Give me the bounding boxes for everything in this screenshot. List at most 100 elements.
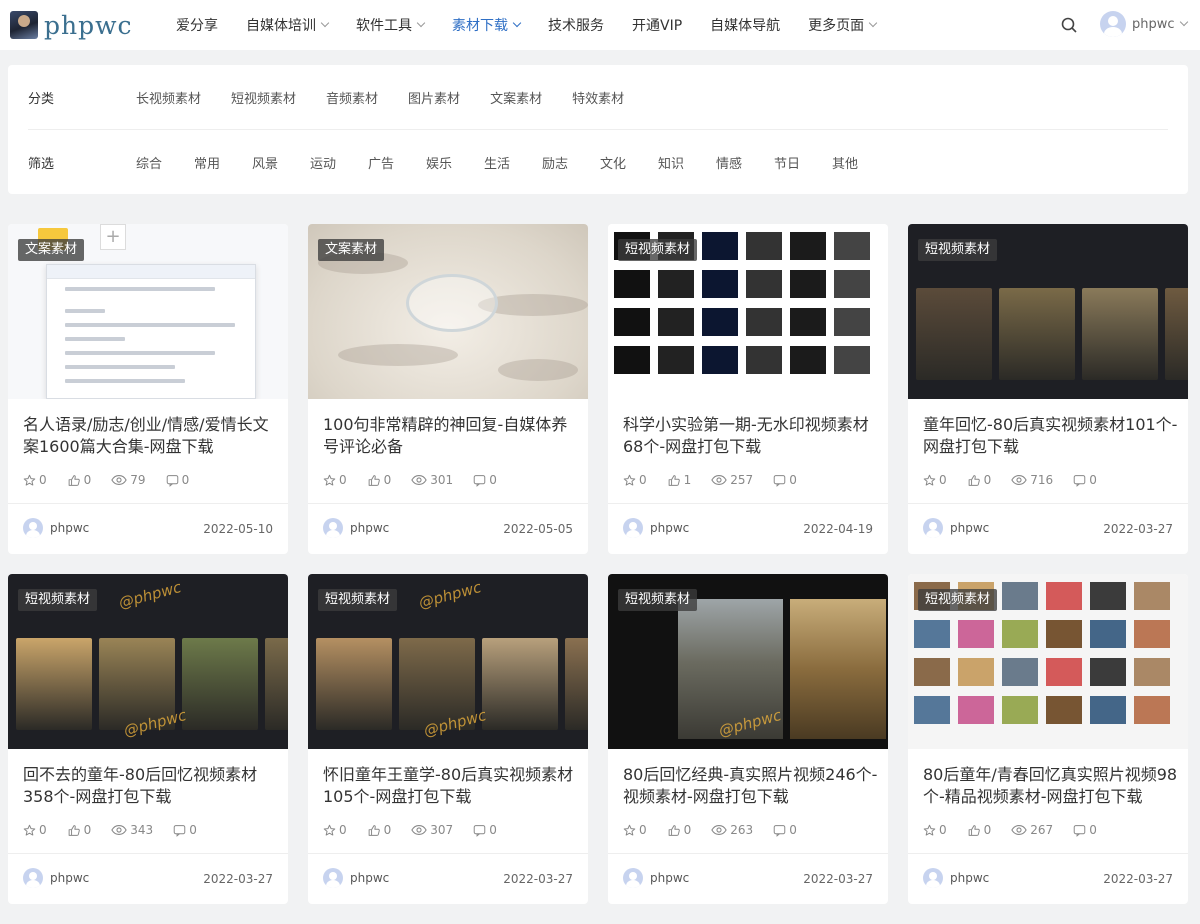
category-option[interactable]: 短视频素材 <box>231 88 296 107</box>
screen-option[interactable]: 生活 <box>484 153 542 172</box>
post-author[interactable]: phpwc <box>323 518 389 538</box>
favorite-stat[interactable]: 0 <box>923 823 947 837</box>
site-header: phpwc 爱分享 自媒体培训 软件工具 素材下载 技术服务 开通VIP 自媒体导航 更多页面… <box>0 0 1200 50</box>
comment-stat[interactable]: 0 <box>166 473 189 487</box>
post-title[interactable]: 童年回忆-80后真实视频素材101个-网盘打包下载 <box>923 414 1178 458</box>
user-menu[interactable]: phpwc <box>1100 11 1188 37</box>
screen-option[interactable]: 知识 <box>658 153 716 172</box>
post-thumbnail[interactable]: 短视频素材 <box>608 224 888 399</box>
post-card[interactable]: @phpwc 短视频素材 80后回忆经典-真实照片视频246个-视频素材-网盘打包下… <box>608 574 888 904</box>
post-title[interactable]: 100句非常精辟的神回复-自媒体养号评论必备 <box>323 414 578 458</box>
like-count: 0 <box>383 823 392 837</box>
screen-option[interactable]: 情感 <box>716 153 774 172</box>
post-title[interactable]: 80后回忆经典-真实照片视频246个-视频素材-网盘打包下载 <box>623 764 878 808</box>
post-card[interactable]: 文案素材 100句非常精辟的神回复-自媒体养号评论必备 0 0 301 0 phpwc 202… <box>308 224 588 554</box>
favorite-stat[interactable]: 0 <box>323 473 347 487</box>
like-stat[interactable]: 0 <box>667 823 691 837</box>
screen-option[interactable]: 运动 <box>310 153 368 172</box>
screen-option[interactable]: 风景 <box>252 153 310 172</box>
favorite-stat[interactable]: 0 <box>23 473 47 487</box>
post-thumbnail[interactable]: @phpwc 短视频素材 <box>608 574 888 749</box>
screen-option[interactable]: 娱乐 <box>426 153 484 172</box>
category-option[interactable]: 长视频素材 <box>136 88 201 107</box>
comment-stat[interactable]: 0 <box>473 823 497 837</box>
post-card[interactable]: @phpwc @phpwc 短视频素材怀旧童年王童学-80后真实视频素材105个-网… <box>308 574 588 904</box>
post-card[interactable]: + 文案素材 名人语录/励志/创业/情感/爱情长文案1600篇大合集-网盘下载 0 0 7… <box>8 224 288 554</box>
screen-option[interactable]: 励志 <box>542 153 600 172</box>
post-title[interactable]: 回不去的童年-80后回忆视频素材358个-网盘打包下载 <box>23 764 278 808</box>
screen-option[interactable]: 常用 <box>194 153 252 172</box>
like-stat[interactable]: 0 <box>967 823 991 837</box>
screen-option[interactable]: 广告 <box>368 153 426 172</box>
post-title[interactable]: 名人语录/励志/创业/情感/爱情长文案1600篇大合集-网盘下载 <box>23 414 278 458</box>
category-option[interactable]: 图片素材 <box>408 88 460 107</box>
post-author[interactable]: phpwc <box>923 868 989 888</box>
post-author[interactable]: phpwc <box>323 868 389 888</box>
post-card[interactable]: 短视频素材 童年回忆-80后真实视频素材101个-网盘打包下载 0 0 716 0 phpw… <box>908 224 1188 554</box>
category-badge[interactable]: 短视频素材 <box>18 589 98 611</box>
favorite-stat[interactable]: 0 <box>323 823 347 837</box>
like-stat[interactable]: 0 <box>67 473 91 487</box>
favorite-stat[interactable]: 0 <box>923 473 947 487</box>
post-author[interactable]: phpwc <box>623 518 689 538</box>
comment-stat[interactable]: 0 <box>773 823 797 837</box>
nav-item-1[interactable]: 自媒体培训 <box>246 15 330 35</box>
like-stat[interactable]: 0 <box>367 823 392 837</box>
nav-item-0[interactable]: 爱分享 <box>176 15 218 35</box>
category-option[interactable]: 文案素材 <box>490 88 542 107</box>
favorite-stat[interactable]: 0 <box>623 473 647 487</box>
favorite-stat[interactable]: 0 <box>23 823 47 837</box>
post-author[interactable]: phpwc <box>923 518 989 538</box>
site-logo[interactable]: phpwc <box>10 8 133 42</box>
post-thumbnail[interactable]: 短视频素材 <box>908 224 1188 399</box>
nav-item-6[interactable]: 自媒体导航 <box>710 15 780 35</box>
category-option[interactable]: 特效素材 <box>572 88 624 107</box>
nav-item-3[interactable]: 素材下载 <box>452 15 522 35</box>
category-badge[interactable]: 短视频素材 <box>618 589 698 611</box>
card-divider <box>308 503 588 504</box>
category-badge[interactable]: 短视频素材 <box>918 239 998 261</box>
like-stat[interactable]: 0 <box>67 823 91 837</box>
screen-option[interactable]: 其他 <box>832 153 890 172</box>
post-author[interactable]: phpwc <box>623 868 689 888</box>
screen-option[interactable]: 节日 <box>774 153 832 172</box>
post-thumbnail[interactable]: 文案素材 <box>308 224 588 399</box>
like-stat[interactable]: 0 <box>367 473 391 487</box>
category-badge[interactable]: 短视频素材 <box>318 589 398 611</box>
category-badge[interactable]: 短视频素材 <box>618 239 698 261</box>
comment-stat[interactable]: 0 <box>173 823 197 837</box>
author-avatar <box>23 518 43 538</box>
category-badge[interactable]: 文案素材 <box>318 239 385 261</box>
screen-option[interactable]: 文化 <box>600 153 658 172</box>
post-title[interactable]: 科学小实验第一期-无水印视频素材68个-网盘打包下载 <box>623 414 878 458</box>
comment-stat[interactable]: 0 <box>1073 823 1097 837</box>
thumbs-up-icon <box>367 824 384 837</box>
category-option[interactable]: 音频素材 <box>326 88 378 107</box>
category-badge[interactable]: 文案素材 <box>18 239 85 261</box>
post-thumbnail[interactable]: @phpwc @phpwc 短视频素材 <box>308 574 588 749</box>
star-icon <box>923 474 939 487</box>
post-thumbnail[interactable]: @phpwc @phpwc 短视频素材 <box>8 574 288 749</box>
search-icon[interactable] <box>1061 17 1077 33</box>
post-card[interactable]: @phpwc @phpwc 短视频素材回不去的童年-80后回忆视频素材358个-网盘… <box>8 574 288 904</box>
comment-stat[interactable]: 0 <box>473 473 497 487</box>
post-card[interactable]: 短视频素材 80后童年/青春回忆真实照片视频98个-精品视频素材-网盘打包下载 0 0… <box>908 574 1188 904</box>
category-badge[interactable]: 短视频素材 <box>918 589 998 611</box>
like-stat[interactable]: 0 <box>967 473 991 487</box>
comment-stat[interactable]: 0 <box>1073 473 1097 487</box>
post-author[interactable]: phpwc <box>23 518 89 538</box>
nav-item-7[interactable]: 更多页面 <box>808 15 878 35</box>
post-title[interactable]: 80后童年/青春回忆真实照片视频98个-精品视频素材-网盘打包下载 <box>923 764 1178 808</box>
post-title[interactable]: 怀旧童年王童学-80后真实视频素材105个-网盘打包下载 <box>323 764 578 808</box>
comment-stat[interactable]: 0 <box>773 473 797 487</box>
nav-item-2[interactable]: 软件工具 <box>356 15 426 35</box>
like-stat[interactable]: 1 <box>667 473 691 487</box>
post-thumbnail[interactable]: 短视频素材 <box>908 574 1188 749</box>
favorite-stat[interactable]: 0 <box>623 823 647 837</box>
nav-item-5[interactable]: 开通VIP <box>632 15 682 35</box>
post-author[interactable]: phpwc <box>23 868 89 888</box>
nav-item-4[interactable]: 技术服务 <box>548 15 604 35</box>
post-thumbnail[interactable]: + 文案素材 <box>8 224 288 399</box>
screen-option[interactable]: 综合 <box>136 153 194 172</box>
post-card[interactable]: 短视频素材 科学小实验第一期-无水印视频素材68个-网盘打包下载 0 1 257 0 php… <box>608 224 888 554</box>
